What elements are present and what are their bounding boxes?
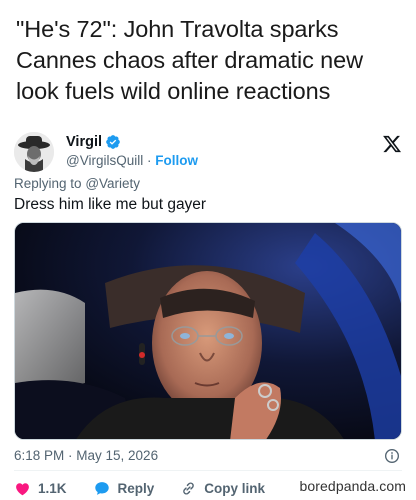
replying-to-line: Replying to @Variety [14,176,140,191]
copy-link-button[interactable]: Copy link [180,480,265,497]
timestamp-row: 6:18 PM · May 15, 2026 [14,448,402,463]
article-headline: "He's 72": John Travolta sparks Cannes c… [16,16,363,104]
source-watermark: boredpanda.com [299,478,406,494]
replying-to-mention[interactable]: @Variety [85,176,140,191]
tweet-text: Dress him like me but gayer [14,196,207,213]
movie-still-image [15,223,401,439]
separator-dot: · [147,153,152,168]
verified-badge-icon [106,135,120,149]
tweet-timestamp[interactable]: 6:18 PM · May 15, 2026 [14,448,158,463]
divider [14,470,402,471]
avatar-image [14,132,54,172]
replying-prefix: Replying to [14,176,82,191]
like-count: 1.1K [38,480,67,496]
like-button[interactable]: 1.1K [14,480,67,497]
tweet-actions: 1.1K Reply Copy link [14,479,291,497]
handle[interactable]: @VirgilsQuill [66,153,143,168]
handle-row: @VirgilsQuill · Follow [66,153,198,168]
reply-button[interactable]: Reply [93,480,155,497]
speech-bubble-icon [94,481,109,495]
avatar[interactable] [14,132,54,172]
tweet-media-image[interactable] [14,222,402,440]
follow-button[interactable]: Follow [155,153,198,168]
display-name[interactable]: Virgil [66,134,102,150]
heart-icon [16,482,29,495]
link-icon [183,482,195,494]
x-logo-icon[interactable] [382,134,402,154]
copy-link-label: Copy link [204,480,266,496]
info-icon[interactable] [384,448,400,464]
tweet-header: Virgil @VirgilsQuill · Follow [14,132,404,172]
reply-label: Reply [117,480,155,496]
